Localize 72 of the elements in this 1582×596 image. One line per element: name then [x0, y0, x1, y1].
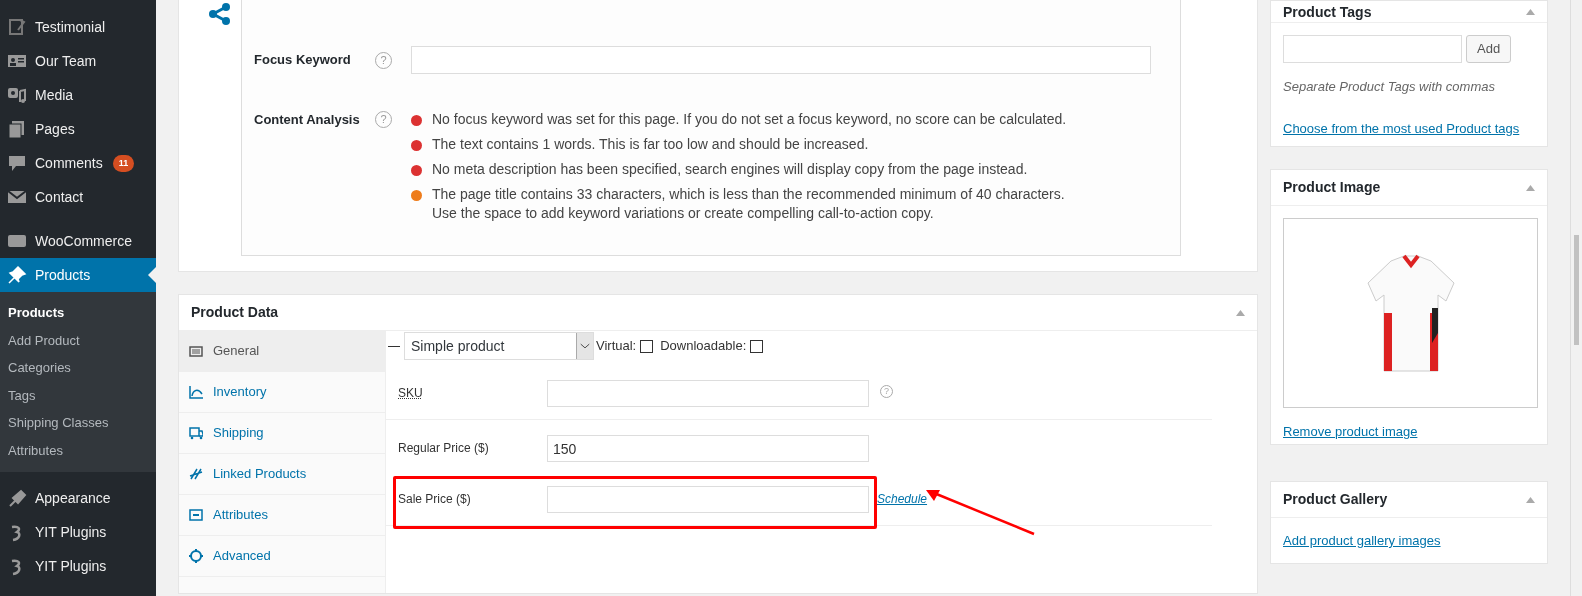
analysis-message: The page title contains 33 characters, which is less than the recommended minimum of 40 characters. Use the space to add keyword variations or create compelling call-to-action copy.	[432, 185, 1065, 223]
product-type-dropdown[interactable]: Simple product	[404, 332, 594, 360]
pencil-icon	[7, 17, 27, 37]
sidebar-item[interactable]: YIT Plugins	[0, 549, 156, 584]
price-field[interactable]	[547, 486, 869, 513]
field-label: Content Analysis	[254, 111, 361, 129]
list-icon	[189, 508, 203, 522]
analysis-message: No focus keyword was set for this page. If you do not set a focus keyword, no score can be calculated.	[432, 110, 1067, 129]
panel-title: Product Data	[191, 303, 279, 322]
sidebar-item[interactable]: Comments 11	[0, 146, 156, 180]
tab[interactable]: Linked Products	[179, 454, 385, 495]
remove-image-link[interactable]: Remove product image	[1283, 422, 1535, 442]
truck-icon	[189, 426, 203, 440]
field-label: SKU	[398, 385, 424, 402]
brush-icon	[7, 488, 27, 509]
analysis-message: The text contains 1 words. This is far too low and should be increased.	[432, 135, 869, 154]
tab[interactable]: General	[179, 331, 385, 372]
panel-title: Product Gallery	[1283, 490, 1388, 509]
collapse-arrow-icon[interactable]	[1526, 8, 1535, 15]
tab[interactable]: Shipping	[179, 413, 385, 454]
hint-text: Separate Product Tags with commas	[1283, 78, 1496, 96]
panel-title: Product Image	[1283, 178, 1381, 197]
field-label: Sale Price ($)	[398, 491, 472, 508]
field-label: Regular Price ($)	[398, 440, 490, 457]
tab[interactable]: Advanced	[179, 536, 385, 577]
sidebar-item[interactable]: YIT Plugins	[0, 515, 156, 550]
sidebar-item[interactable]: Testimonial	[0, 10, 156, 44]
tab[interactable]: Inventory	[179, 372, 385, 413]
checkbox[interactable]	[640, 339, 654, 353]
collapse-arrow-icon[interactable]	[1526, 184, 1535, 191]
submenu-item[interactable]: Attributes	[0, 436, 156, 465]
field-label: Focus Keyword	[254, 51, 352, 70]
sidebar-item[interactable]: Pages	[0, 112, 156, 146]
price-field[interactable]	[547, 380, 869, 407]
tab[interactable]: Attributes	[179, 495, 385, 536]
submenu-item[interactable]: Products	[0, 299, 156, 327]
pages-icon	[7, 119, 27, 139]
count-badge: 11	[112, 154, 135, 172]
chart-icon	[189, 385, 203, 399]
add-gallery-link[interactable]: Add product gallery images	[1283, 531, 1535, 551]
add-button[interactable]: Add	[1466, 35, 1512, 63]
submenu-item[interactable]: Categories	[0, 354, 156, 382]
speech-bubble-icon	[7, 153, 27, 173]
sidebar-item[interactable]: Media	[0, 78, 156, 112]
scrollbar[interactable]	[1570, 0, 1582, 596]
option-label: Downloadable:	[660, 337, 747, 356]
submenu-item[interactable]: Tags	[0, 381, 156, 410]
tag-field[interactable]	[1283, 35, 1462, 63]
analysis-message: No meta description has been specified, search engines will display copy from the page instead.	[432, 160, 1028, 179]
price-field[interactable]: 150	[547, 435, 869, 462]
collapse-arrow-icon[interactable]	[1526, 496, 1535, 503]
media-icon	[7, 85, 27, 105]
checkbox[interactable]	[750, 339, 764, 353]
focus-keyword-field[interactable]	[411, 46, 1151, 74]
panel-title: Product Tags	[1283, 3, 1372, 20]
link-icon	[189, 467, 203, 481]
gear-icon	[189, 549, 203, 563]
submenu-item[interactable]: Shipping Classes	[0, 409, 156, 437]
sidebar-item[interactable]: Our Team	[0, 44, 156, 78]
share-icon	[208, 2, 232, 26]
submenu-item[interactable]: Add Product	[0, 326, 156, 355]
current-menu-pointer	[148, 267, 156, 283]
collapse-arrow-icon[interactable]	[1236, 309, 1245, 316]
pin-icon	[7, 265, 27, 285]
schedule-link[interactable]: Schedule	[877, 490, 928, 508]
tag-link[interactable]: Choose from the most used Product tags	[1283, 118, 1535, 138]
caret-icon	[576, 333, 593, 359]
sidebar-item[interactable]: Contact	[0, 180, 156, 214]
sidebar-item[interactable]: Products	[0, 258, 156, 292]
sidebar-item[interactable]: WooCommerce	[0, 224, 156, 258]
option-label: Virtual:	[596, 337, 637, 356]
sidebar-item[interactable]: Appearance	[0, 481, 156, 516]
